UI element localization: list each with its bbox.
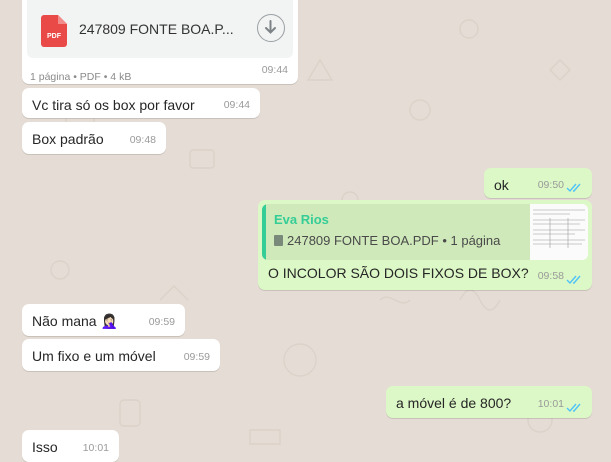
document-message[interactable]: PDF 247809 FONTE BOA.P... 1 página • PDF… — [22, 0, 298, 84]
message-text: a móvel é de 800? — [396, 395, 512, 411]
quote-accent-bar — [262, 204, 266, 260]
outgoing-message[interactable]: a móvel é de 800? 10:01 — [386, 386, 592, 418]
quoted-message[interactable]: Eva Rios 247809 FONTE BOA.PDF • 1 página — [262, 204, 588, 260]
message-text: Isso — [32, 439, 58, 455]
message-time: 09:44 — [223, 99, 250, 111]
message-time: 09:50 — [537, 179, 564, 191]
read-ticks-icon — [566, 275, 581, 285]
message-text: ok — [494, 177, 509, 193]
message-text: O INCOLOR SÃO DOIS FIXOS DE BOX? — [268, 265, 529, 281]
pdf-icon-label: PDF — [47, 33, 62, 40]
message-text: Não mana 🤦🏻‍♀️ — [32, 313, 118, 329]
download-button[interactable] — [257, 14, 285, 42]
incoming-message[interactable]: Box padrão 09:48 — [22, 122, 166, 154]
document-meta: 1 página • PDF • 4 kB — [30, 71, 132, 83]
message-time: 09:44 — [261, 64, 288, 76]
document-icon — [274, 235, 283, 246]
read-ticks-icon — [566, 403, 581, 413]
message-time: 10:01 — [537, 398, 564, 410]
pdf-icon: PDF — [41, 15, 67, 47]
message-time: 09:48 — [129, 134, 156, 146]
message-text: Vc tira só os box por favor — [32, 97, 195, 113]
incoming-message[interactable]: Isso 10:01 — [22, 430, 119, 462]
document-filename: 247809 FONTE BOA.P... — [79, 21, 234, 37]
outgoing-message[interactable]: ok 09:50 — [484, 168, 592, 198]
download-icon — [265, 20, 276, 34]
quote-text: 247809 FONTE BOA.PDF • 1 página — [274, 231, 500, 250]
outgoing-reply-message[interactable]: Eva Rios 247809 FONTE BOA.PDF • 1 página… — [258, 200, 592, 290]
message-text: Box padrão — [32, 131, 104, 147]
message-time: 09:58 — [537, 270, 564, 282]
message-time: 09:59 — [183, 351, 210, 363]
incoming-message[interactable]: Não mana 🤦🏻‍♀️ 09:59 — [22, 304, 185, 336]
message-time: 09:59 — [148, 316, 175, 328]
quote-document-label: 247809 FONTE BOA.PDF • 1 página — [287, 233, 501, 248]
read-ticks-icon — [566, 183, 581, 193]
quote-author: Eva Rios — [274, 212, 329, 227]
document-thumbnail — [530, 204, 588, 260]
incoming-message[interactable]: Vc tira só os box por favor 09:44 — [22, 88, 260, 118]
message-time: 10:01 — [82, 442, 109, 454]
incoming-message[interactable]: Um fixo e um móvel 09:59 — [22, 339, 220, 371]
document-card[interactable]: PDF 247809 FONTE BOA.P... — [27, 0, 293, 58]
message-text: Um fixo e um móvel — [32, 348, 156, 364]
